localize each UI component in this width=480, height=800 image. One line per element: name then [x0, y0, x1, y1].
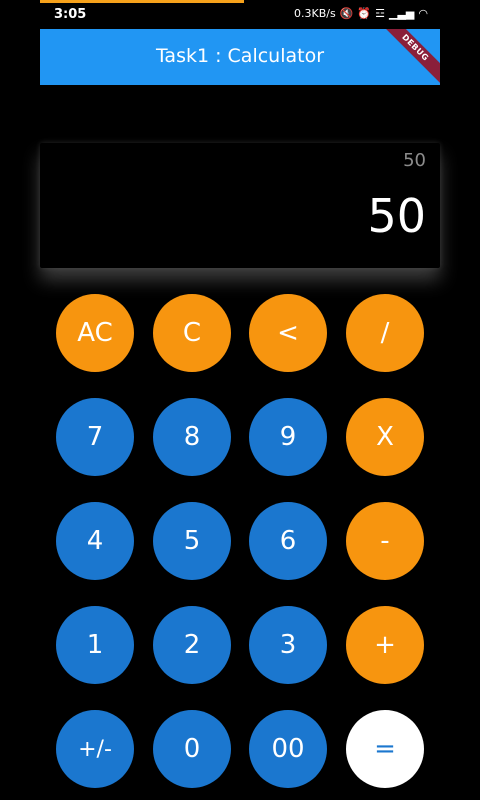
status-progress-bar: [40, 0, 244, 3]
status-icons: 0.3KB/s 🔇 ⏰ ☲ ▁▃▅ ◠: [294, 7, 428, 20]
status-time: 3:05: [54, 7, 87, 22]
digit-2-button[interactable]: 2: [153, 606, 231, 684]
digit-1-button[interactable]: 1: [56, 606, 134, 684]
calculator-display: 50 50: [40, 143, 440, 268]
digit-9-button[interactable]: 9: [249, 398, 327, 476]
equals-button[interactable]: =: [346, 710, 424, 788]
digit-0-button[interactable]: 0: [153, 710, 231, 788]
backspace-button[interactable]: <: [249, 294, 327, 372]
clear-button[interactable]: C: [153, 294, 231, 372]
mute-icon: 🔇: [339, 6, 354, 20]
digit-4-button[interactable]: 4: [56, 502, 134, 580]
equation-text: 50: [403, 150, 426, 171]
double-zero-button[interactable]: 00: [249, 710, 327, 788]
digit-7-button[interactable]: 7: [56, 398, 134, 476]
result-text: 50: [367, 189, 426, 243]
status-bar: 3:05 0.3KB/s 🔇 ⏰ ☲ ▁▃▅ ◠: [0, 0, 480, 28]
wifi-icon: ◠: [418, 6, 428, 20]
all-clear-button[interactable]: AC: [56, 294, 134, 372]
divide-button[interactable]: /: [346, 294, 424, 372]
alarm-icon: ⏰: [357, 6, 372, 20]
network-speed: 0.3KB/s: [294, 7, 336, 20]
multiply-button[interactable]: X: [346, 398, 424, 476]
digit-6-button[interactable]: 6: [249, 502, 327, 580]
add-button[interactable]: +: [346, 606, 424, 684]
app-bar: Task1 : Calculator DEBUG: [40, 29, 440, 85]
subtract-button[interactable]: -: [346, 502, 424, 580]
signal-icon: ▁▃▅: [389, 6, 415, 20]
keypad: AC C < / 7 8 9 X 4 5 6 - 1 2 3 + +/- 0 0…: [0, 0, 480, 800]
page-title: Task1 : Calculator: [155, 45, 325, 67]
digit-3-button[interactable]: 3: [249, 606, 327, 684]
digit-5-button[interactable]: 5: [153, 502, 231, 580]
toggle-sign-button[interactable]: +/-: [56, 710, 134, 788]
digit-8-button[interactable]: 8: [153, 398, 231, 476]
vibrate-icon: ☲: [375, 6, 385, 20]
